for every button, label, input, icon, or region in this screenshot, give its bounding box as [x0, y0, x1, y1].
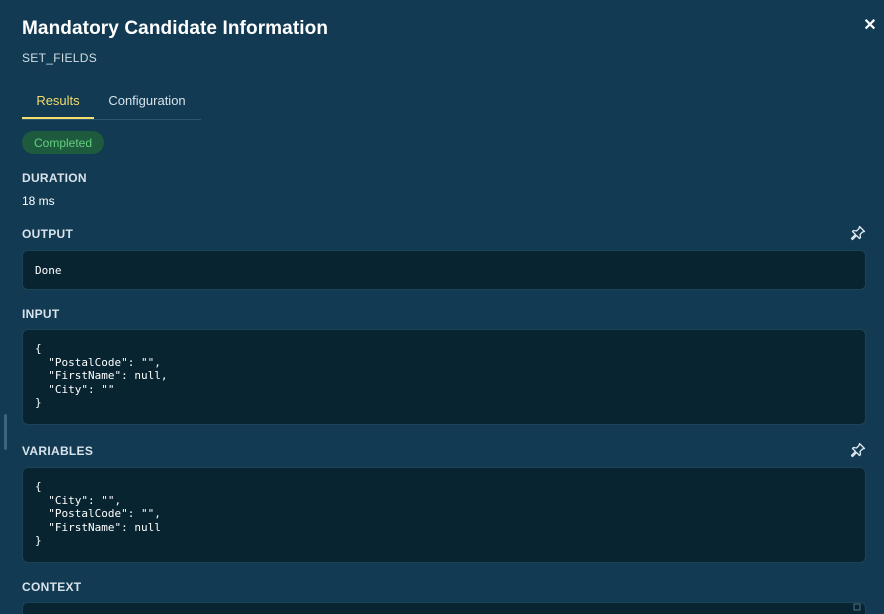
close-icon: ✕ — [863, 17, 877, 34]
pin-icon[interactable] — [850, 225, 866, 241]
variables-label: VARIABLES — [22, 444, 94, 458]
status-badge: Completed — [22, 131, 105, 154]
panel-subtitle: SET_FIELDS — [22, 51, 98, 65]
variables-box: { "City": "", "PostalCode": "", "FirstNa… — [22, 467, 866, 563]
tab-bar: Results Configuration — [22, 86, 201, 120]
pin-icon[interactable] — [850, 442, 866, 458]
duration-value: 18 ms — [22, 194, 55, 208]
tab-results[interactable]: Results — [22, 86, 94, 119]
output-box: Done — [22, 250, 866, 290]
input-box: { "PostalCode": "", "FirstName": null, "… — [22, 329, 866, 425]
input-label: INPUT — [22, 307, 60, 321]
result-panel: Mandatory Candidate Information SET_FIEL… — [0, 0, 884, 614]
panel-title: Mandatory Candidate Information — [22, 18, 329, 39]
output-label: OUTPUT — [22, 227, 74, 241]
resize-handle[interactable] — [4, 414, 7, 450]
tab-configuration[interactable]: Configuration — [99, 86, 195, 112]
duration-label: DURATION — [22, 171, 87, 185]
copy-icon[interactable] — [852, 602, 862, 612]
context-label: CONTEXT — [22, 580, 82, 594]
context-box — [22, 602, 866, 614]
close-button[interactable]: ✕ — [862, 18, 878, 34]
